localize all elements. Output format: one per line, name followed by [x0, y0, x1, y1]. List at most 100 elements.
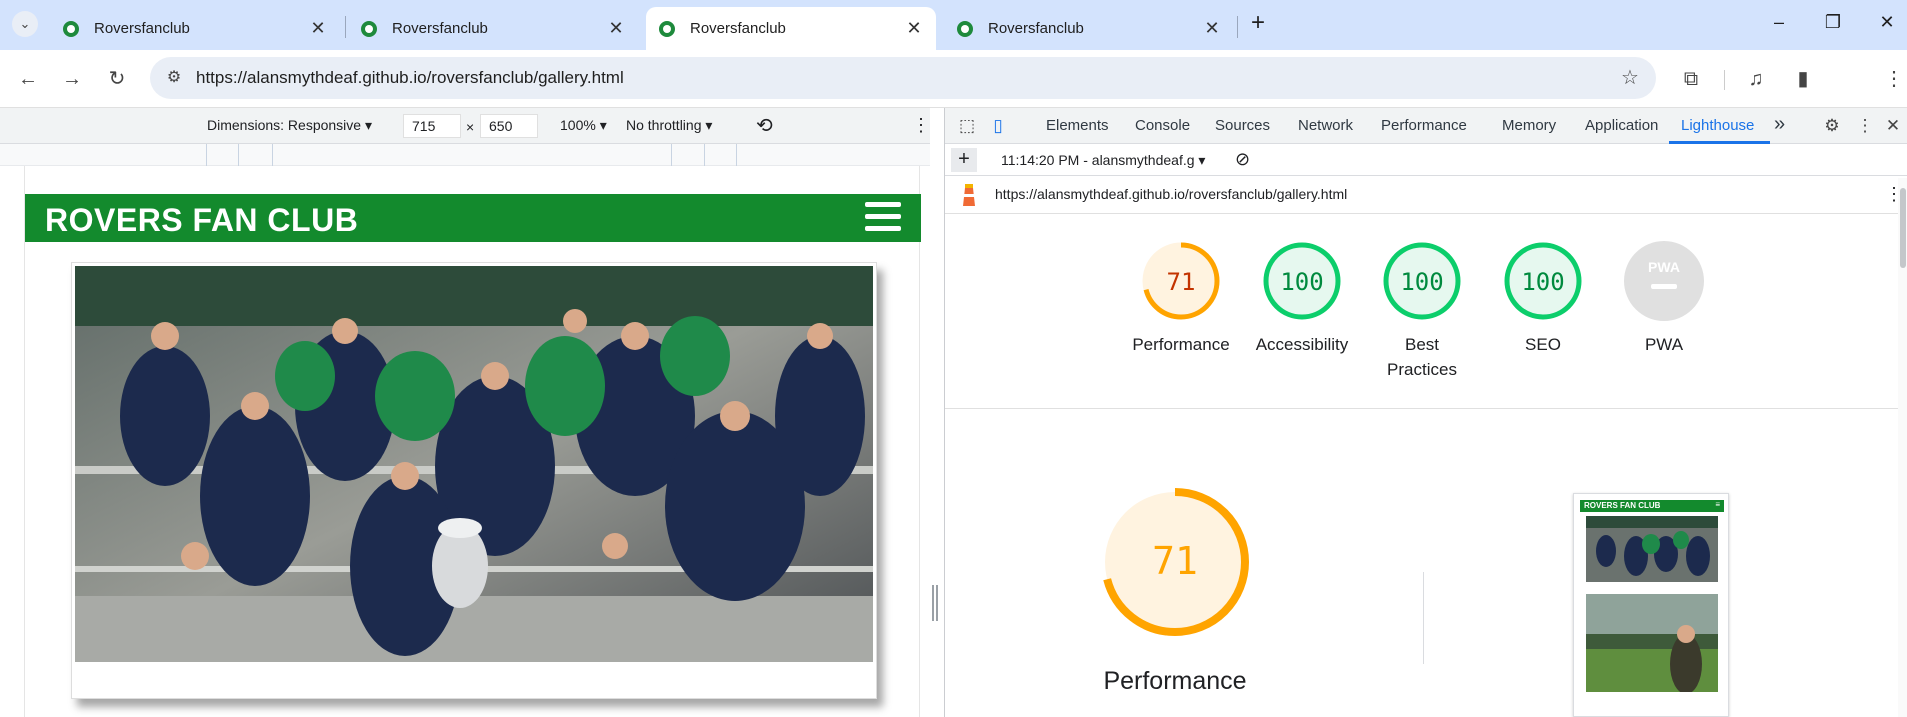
clear-reports-icon[interactable]: ⊘ [1235, 149, 1250, 170]
extensions-puzzle-icon[interactable]: ⧉ [1677, 65, 1705, 93]
gallery-photo [75, 266, 873, 662]
ruler-tick [238, 144, 239, 166]
device-toolbar: Dimensions: Responsive ▾ 715 × 650 100% … [0, 108, 944, 144]
address-bar[interactable]: ⚙ https://alansmythdeaf.github.io/rovers… [150, 57, 1656, 99]
gauge-pwa[interactable]: PWA PWA [1609, 240, 1719, 357]
close-window-icon[interactable]: ✕ [1872, 12, 1902, 38]
devtools-tab-console[interactable]: Console [1135, 117, 1190, 134]
devtools-more-icon[interactable]: ⋮ [1855, 116, 1875, 136]
chrome-menu-kebab-icon[interactable]: ⋮ [1880, 65, 1907, 93]
zoom-dropdown[interactable]: 100% ▾ [560, 117, 607, 134]
tab-close-icon[interactable]: ✕ [904, 18, 924, 39]
browser-tab-3-active[interactable]: Roversfanclub ✕ [646, 7, 936, 50]
throttling-dropdown[interactable]: No throttling ▾ [626, 117, 712, 134]
gauge-accessibility[interactable]: 100 Accessibility [1247, 240, 1357, 357]
devtools-tab-memory[interactable]: Memory [1502, 117, 1556, 134]
gauge-performance[interactable]: 71 Performance [1126, 240, 1236, 357]
gauge-seo-ring: 100 [1504, 242, 1582, 320]
report-selector[interactable]: 11:14:20 PM - alansmythdeaf.g ▾ [1001, 152, 1205, 169]
gallery-card [71, 262, 877, 699]
site-brand[interactable]: ROVERS FAN CLUB [45, 202, 358, 239]
lighthouse-toolbar: + 11:14:20 PM - alansmythdeaf.g ▾ ⊘ [945, 144, 1907, 176]
lighthouse-logo-icon [963, 184, 975, 206]
tab-separator [1237, 16, 1238, 38]
tab-title: Roversfanclub [392, 20, 488, 37]
height-input[interactable]: 650 [480, 114, 538, 138]
lighthouse-url-bar: https://alansmythdeaf.github.io/roversfa… [945, 176, 1907, 214]
pwa-badge-icon: PWA [1624, 241, 1704, 321]
devtools-tab-performance[interactable]: Performance [1381, 117, 1467, 134]
gauge-label: Best Practices [1387, 335, 1457, 379]
gauge-best-practices[interactable]: 100 Best Practices [1367, 240, 1477, 382]
minimize-icon[interactable]: – [1764, 12, 1794, 38]
shamrock-favicon-icon [361, 20, 377, 37]
browser-toolbar: ← → ↻ ⚙ https://alansmythdeaf.github.io/… [0, 50, 1907, 141]
address-url[interactable]: https://alansmythdeaf.github.io/roversfa… [196, 68, 624, 88]
tab-close-icon[interactable]: ✕ [606, 18, 626, 39]
thumb-hamburger-icon: ≡ [1715, 500, 1720, 509]
devtools-tab-sources[interactable]: Sources [1215, 117, 1270, 134]
final-screenshot-thumbnail[interactable]: ROVERS FAN CLUB ≡ [1573, 493, 1729, 717]
gauge-best-practices-ring: 100 [1383, 242, 1461, 320]
restore-icon[interactable]: ❐ [1818, 12, 1848, 38]
devtools-tab-elements[interactable]: Elements [1046, 117, 1109, 134]
more-tabs-chevron-icon[interactable]: » [1774, 113, 1785, 136]
back-arrow-icon[interactable]: ← [14, 65, 42, 93]
width-input[interactable]: 715 [403, 114, 461, 138]
splitter-grip[interactable] [932, 585, 938, 621]
main-gauge-ring: 71 [1101, 488, 1249, 636]
ruler-tick [272, 144, 273, 166]
devtools-tab-lighthouse[interactable]: Lighthouse [1681, 117, 1754, 134]
tab-title: Roversfanclub [988, 20, 1084, 37]
browser-tab-2[interactable]: Roversfanclub ✕ [348, 7, 638, 50]
media-playlist-icon[interactable]: ♫ [1742, 65, 1770, 93]
gauge-value: 100 [1280, 268, 1323, 296]
ruler-tick [671, 144, 672, 166]
thumb-brand: ROVERS FAN CLUB [1584, 501, 1661, 510]
new-report-plus-icon[interactable]: + [951, 148, 977, 172]
gauge-performance-ring: 71 [1142, 242, 1220, 320]
tab-close-icon[interactable]: ✕ [1202, 18, 1222, 39]
shamrock-favicon-icon [957, 20, 973, 37]
settings-gear-icon[interactable]: ⚙ [1822, 116, 1842, 136]
throttling-value: No throttling [626, 117, 702, 133]
reload-icon[interactable]: ↻ [103, 65, 131, 93]
browser-tab-4[interactable]: Roversfanclub ✕ [944, 7, 1234, 50]
tab-close-icon[interactable]: ✕ [308, 18, 328, 39]
toolbar-divider [1724, 70, 1725, 90]
site-info-tune-icon[interactable]: ⚙ [160, 64, 188, 92]
main-gauge-label: Performance [1103, 667, 1247, 695]
emulated-viewport: ROVERS FAN CLUB [0, 166, 930, 717]
new-tab-plus-icon[interactable]: + [1243, 9, 1273, 36]
tab-strip: ⌄ Roversfanclub ✕ Roversfanclub ✕ Rovers… [0, 0, 1907, 50]
gauge-label: Accessibility [1255, 335, 1349, 354]
browser-tab-1[interactable]: Roversfanclub ✕ [50, 7, 340, 50]
report-url[interactable]: https://alansmythdeaf.github.io/roversfa… [995, 186, 1347, 202]
scrollbar-thumb[interactable] [1900, 188, 1906, 268]
media-query-ruler[interactable] [0, 144, 944, 166]
dimension-times: × [466, 119, 475, 135]
gauge-seo[interactable]: 100 SEO [1488, 240, 1598, 357]
ruler-tick [736, 144, 737, 166]
device-toggle-icon[interactable]: ▯ [988, 116, 1008, 136]
devtools-tab-network[interactable]: Network [1298, 117, 1353, 134]
ruler-tick [704, 144, 705, 166]
site-page: ROVERS FAN CLUB [24, 166, 921, 717]
devtools-tab-application[interactable]: Application [1585, 117, 1658, 134]
devtools-scrollbar[interactable] [1898, 178, 1907, 717]
panel-splitter[interactable] [930, 108, 944, 717]
dimensions-dropdown[interactable]: Dimensions: Responsive ▾ [207, 117, 372, 134]
bookmark-star-icon[interactable]: ☆ [1616, 64, 1644, 92]
gauge-value: 71 [1167, 268, 1196, 296]
main-gauge-value: 71 [1152, 539, 1198, 583]
tab-search-chevron-icon[interactable]: ⌄ [12, 11, 38, 37]
forward-arrow-icon[interactable]: → [58, 65, 86, 93]
zoom-value: 100% [560, 117, 596, 133]
device-toolbar-more-icon[interactable]: ⋮ [912, 115, 930, 136]
rotate-icon[interactable]: ⟲ [756, 113, 773, 138]
close-devtools-icon[interactable]: ✕ [1883, 116, 1903, 136]
inspect-element-icon[interactable]: ⬚ [957, 116, 977, 136]
devtools-tab-bar: ⬚ ▯ Elements Console Sources Network Per… [945, 108, 1907, 144]
hamburger-menu-icon[interactable] [865, 202, 901, 234]
side-panel-icon[interactable]: ▮ [1789, 65, 1817, 93]
